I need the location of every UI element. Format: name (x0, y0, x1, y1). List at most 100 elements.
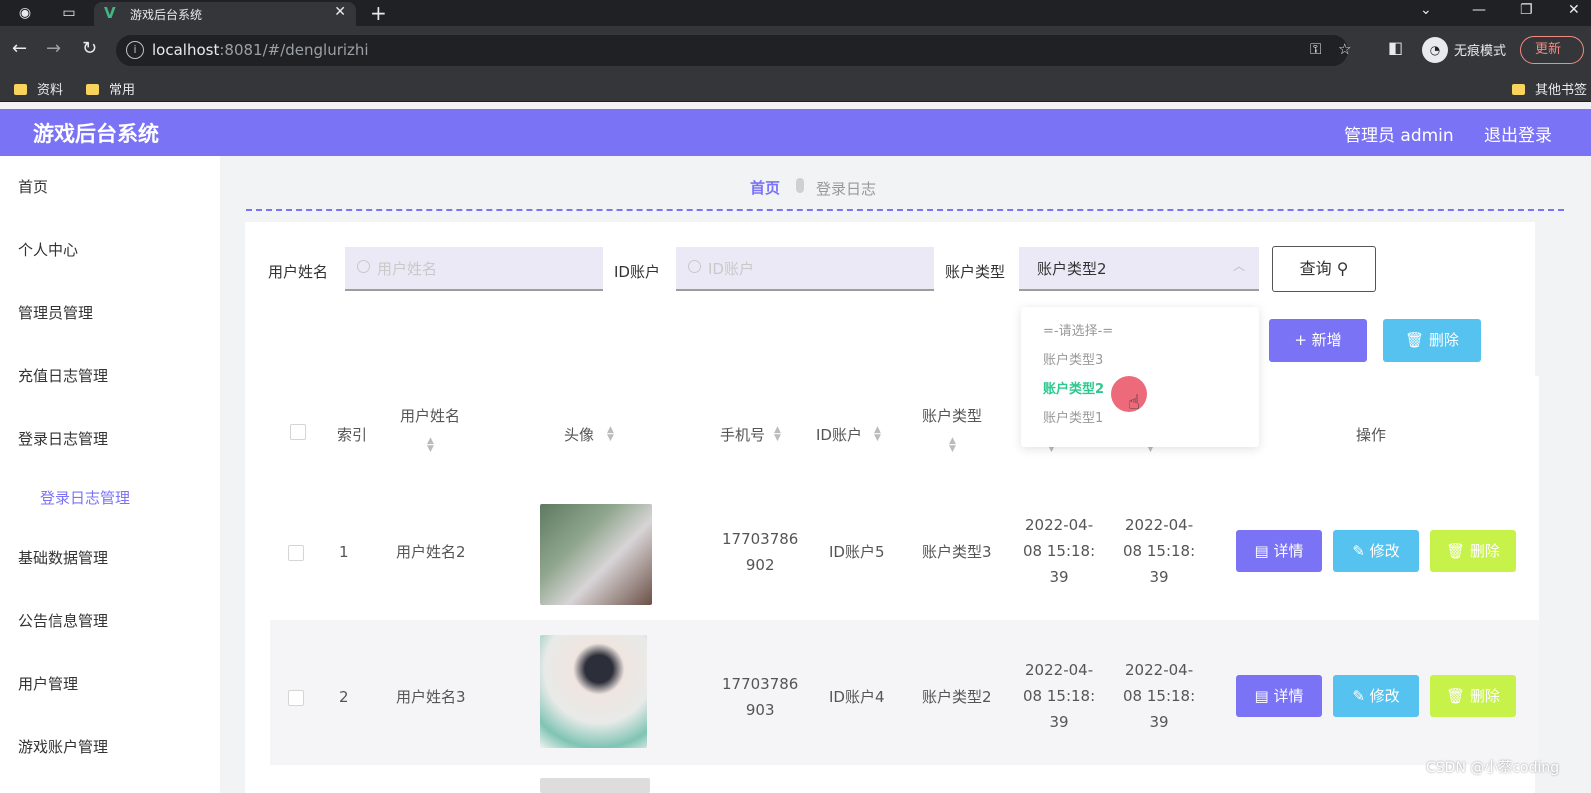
cell-date: 2022-04- 08 15:18: 39 (1023, 516, 1096, 586)
new-tab-icon[interactable]: + (370, 1, 387, 25)
admin-label: 管理员 admin (1344, 126, 1454, 146)
cell-account-type: 账户类型2 (922, 688, 992, 706)
dropdown-option[interactable]: =-请选择-= (1043, 320, 1113, 339)
avatar (540, 778, 650, 793)
dropdown-option[interactable]: 账户类型3 (1043, 349, 1103, 368)
delete-button[interactable]: 🗑 删除 (1430, 675, 1516, 717)
sidepanel-icon[interactable]: ◧ (1388, 38, 1403, 57)
sort-icon[interactable]: ▲▼ (949, 437, 956, 454)
sidebar-item-admin[interactable]: 管理员管理 (18, 302, 93, 323)
bookmark-folder[interactable]: 常用 (86, 79, 135, 98)
select-all-checkbox[interactable] (290, 424, 306, 440)
bookmark-folder-other[interactable]: 其他书签 (1512, 79, 1587, 98)
sidebar-item-game-accounts[interactable]: 游戏账户管理 (18, 736, 108, 757)
query-button[interactable]: 查询 ⚲ (1272, 246, 1376, 292)
cell-phone: 17703786 902 (722, 530, 799, 574)
header-avatar[interactable]: 头像 (564, 424, 594, 445)
sidebar-item-base-data[interactable]: 基础数据管理 (18, 547, 108, 568)
breadcrumb-separator (796, 178, 804, 193)
account-type-select[interactable]: 账户类型2 ︿ (1019, 247, 1259, 291)
cell-username: 用户姓名3 (396, 688, 466, 706)
dropdown-option[interactable]: 账户类型1 (1043, 407, 1103, 426)
sort-icon[interactable]: ▲▼ (607, 426, 614, 443)
detail-button[interactable]: ▤ 详情 (1236, 530, 1322, 572)
info-icon[interactable]: i (126, 41, 144, 59)
minimize-icon[interactable]: — (1472, 2, 1486, 18)
header-account-type[interactable]: 账户类型 (922, 405, 982, 426)
globe-icon[interactable]: ◉ (14, 3, 36, 23)
sidebar-item-home[interactable]: 首页 (18, 176, 48, 197)
add-button[interactable]: + 新增 (1269, 319, 1367, 362)
cell-username: 用户姓名2 (396, 543, 466, 561)
browser-toolbar: ← → ↻ i localhost:8081/#/denglurizhi ⚿ ☆… (0, 26, 1591, 74)
chevron-down-icon[interactable]: ⌄ (1420, 2, 1432, 18)
folder-icon (86, 84, 99, 95)
restore-icon[interactable]: ❐ (1520, 2, 1533, 18)
sidebar-item-login-log[interactable]: 登录日志管理 (18, 428, 108, 449)
app-title: 游戏后台系统 (33, 122, 159, 146)
browser-tab[interactable]: V 游戏后台系统 ✕ (94, 2, 356, 26)
avatar (540, 504, 652, 605)
bookmarks-bar: 资料 常用 其他书签 (0, 74, 1591, 102)
batch-delete-button[interactable]: 🗑 删除 (1383, 319, 1481, 362)
delete-button[interactable]: 🗑 删除 (1430, 530, 1516, 572)
browser-tab-bar: ◉ ▭ V 游戏后台系统 ✕ + ⌄ — ❐ ✕ (0, 0, 1591, 26)
cell-id: ID账户5 (829, 543, 885, 561)
account-type-dropdown: =-请选择-= 账户类型3 账户类型2 账户类型1 (1021, 307, 1259, 447)
header-phone[interactable]: 手机号 (720, 424, 765, 445)
sidebar-item-users[interactable]: 用户管理 (18, 673, 78, 694)
header-actions: 操作 (1356, 426, 1387, 444)
pencil-icon: ✎ (1352, 542, 1365, 560)
document-icon: ▤ (1254, 542, 1269, 560)
breadcrumb-home[interactable]: 首页 (750, 177, 780, 198)
update-button[interactable]: 更新 (1520, 36, 1584, 64)
cell-phone: 17703786 903 (722, 675, 799, 719)
incognito-icon[interactable]: ◔ (1422, 37, 1448, 63)
cell-index: 2 (339, 688, 349, 706)
type-label: 账户类型 (945, 263, 1006, 281)
address-bar[interactable]: i localhost:8081/#/denglurizhi ⚿ ☆ (116, 35, 1351, 66)
url-text: localhost:8081/#/denglurizhi (152, 41, 369, 59)
cell-account-type: 账户类型3 (922, 543, 992, 561)
sort-icon[interactable]: ▲▼ (874, 426, 881, 443)
header-id[interactable]: ID账户 (816, 424, 862, 445)
sidebar-item-profile[interactable]: 个人中心 (18, 239, 78, 260)
back-icon[interactable]: ← (12, 38, 27, 59)
window-close-icon[interactable]: ✕ (1568, 2, 1580, 18)
id-search-input[interactable]: ID账户 (676, 247, 934, 291)
trash-icon: 🗑 (1446, 542, 1466, 560)
tab-title: 游戏后台系统 (130, 8, 203, 22)
cell-id: ID账户4 (829, 688, 885, 706)
search-icon: ⚲ (1336, 259, 1349, 278)
header-index: 索引 (337, 426, 368, 444)
detail-button[interactable]: ▤ 详情 (1236, 675, 1322, 717)
forward-icon[interactable]: → (46, 38, 61, 59)
sort-icon[interactable]: ▲▼ (774, 426, 781, 443)
cell-date: 2022-04- 08 15:18: 39 (1123, 661, 1196, 731)
pencil-icon: ✎ (1352, 687, 1365, 705)
row-checkbox[interactable] (288, 545, 304, 561)
trash-icon: 🗑 (1446, 687, 1466, 705)
sort-icon[interactable]: ▲▼ (427, 437, 434, 454)
table-header (270, 376, 1539, 476)
star-icon[interactable]: ☆ (1338, 40, 1351, 58)
trash-icon: 🗑 (1405, 331, 1425, 349)
key-icon[interactable]: ⚿ (1310, 40, 1321, 58)
bookmark-folder[interactable]: 资料 (14, 79, 63, 98)
username-search-input[interactable]: 用户姓名 (345, 247, 603, 291)
row-checkbox[interactable] (288, 690, 304, 706)
edit-button[interactable]: ✎ 修改 (1333, 675, 1419, 717)
sidebar-item-recharge-log[interactable]: 充值日志管理 (18, 365, 108, 386)
header-username[interactable]: 用户姓名 (400, 405, 460, 426)
incognito-label: 无痕模式 (1454, 44, 1507, 59)
sidebar: 首页 个人中心 管理员管理 充值日志管理 登录日志管理 登录日志管理 基础数据管… (0, 156, 220, 793)
vue-icon: V (104, 4, 116, 22)
sidebar-item-notice[interactable]: 公告信息管理 (18, 610, 108, 631)
edit-button[interactable]: ✎ 修改 (1333, 530, 1419, 572)
sidebar-subitem-login-log[interactable]: 登录日志管理 (40, 487, 130, 508)
reload-icon[interactable]: ↻ (82, 38, 97, 59)
tab-search-icon[interactable]: ▭ (58, 3, 80, 23)
logout-link[interactable]: 退出登录 (1484, 121, 1552, 146)
close-icon[interactable]: ✕ (334, 4, 346, 20)
dropdown-option-selected[interactable]: 账户类型2 (1043, 378, 1104, 397)
